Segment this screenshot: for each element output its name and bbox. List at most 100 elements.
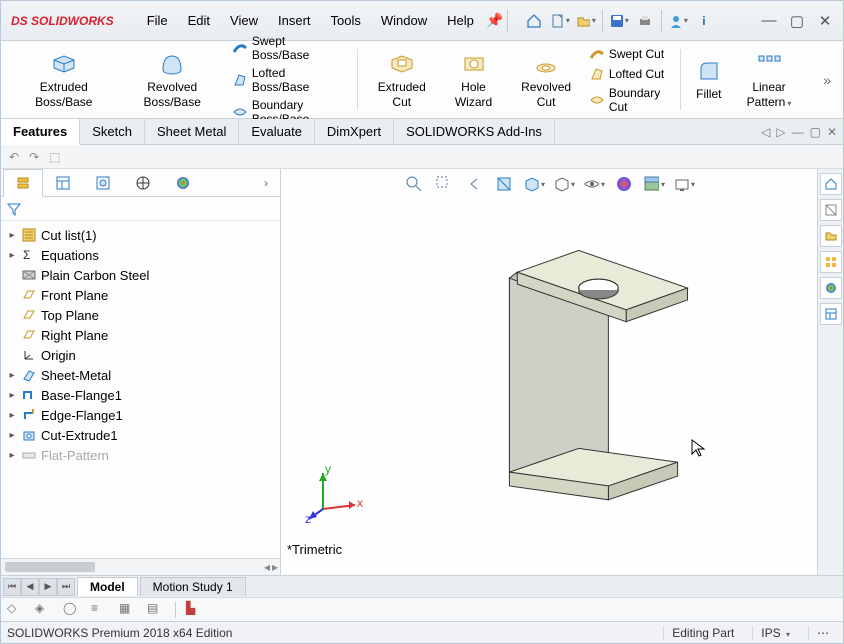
dimxpert-manager-tab[interactable] [123, 169, 163, 197]
next-tab-icon[interactable]: ▷ [776, 125, 785, 139]
last-tab-icon[interactable]: ⏭ [57, 578, 75, 596]
minimize-button[interactable]: — [757, 11, 781, 31]
menu-help[interactable]: Help [438, 9, 483, 32]
sketch-ico-3[interactable]: ◯ [63, 601, 81, 619]
sketch-ico-6[interactable]: ▤ [147, 601, 165, 619]
close-doc-icon[interactable]: ✕ [827, 125, 837, 139]
expander-icon[interactable]: ▸ [7, 250, 17, 261]
select-icon[interactable]: ⬚ [49, 150, 60, 164]
save-icon[interactable]: ▾ [609, 11, 629, 31]
close-button[interactable]: ✕ [813, 11, 837, 31]
cm-tab-sheet-metal[interactable]: Sheet Metal [145, 119, 239, 144]
revolved-boss-button[interactable]: Revolved Boss/Base [121, 48, 224, 111]
menu-insert[interactable]: Insert [269, 9, 320, 32]
status-units[interactable]: IPS ▾ [752, 626, 798, 640]
sketch-ico-2[interactable]: ◈ [35, 601, 53, 619]
zoom-fit-icon[interactable] [403, 173, 425, 195]
new-doc-icon[interactable]: ▾ [550, 11, 570, 31]
edit-appearance-icon[interactable] [613, 173, 635, 195]
minimize-doc-icon[interactable]: — [792, 125, 804, 139]
tab-motion-study-1[interactable]: Motion Study 1 [140, 577, 246, 596]
maximize-button[interactable]: ▢ [785, 11, 809, 31]
scrollbar-thumb[interactable] [5, 562, 95, 572]
ribbon-overflow-button[interactable]: » [815, 43, 839, 116]
expander-icon[interactable]: ▸ [7, 390, 17, 401]
model-viewport[interactable]: x y z *Trimetric [281, 199, 817, 575]
section-view-icon[interactable] [493, 173, 515, 195]
expander-icon[interactable]: ▸ [7, 230, 17, 241]
sketch-ico-4[interactable]: ≡ [91, 601, 109, 619]
expander-icon[interactable]: ▸ [7, 430, 17, 441]
sketch-ico-7[interactable]: ▙ [186, 601, 204, 619]
menu-window[interactable]: Window [372, 9, 436, 32]
apply-scene-icon[interactable]: ▾ [643, 173, 665, 195]
extruded-cut-button[interactable]: Extruded Cut [368, 48, 436, 111]
view-settings-icon[interactable]: ▾ [673, 173, 695, 195]
display-manager-tab[interactable] [163, 169, 203, 197]
user-icon[interactable]: ▾ [668, 11, 688, 31]
hole-wizard-button[interactable]: Hole Wizard [442, 48, 506, 111]
previous-view-icon[interactable] [463, 173, 485, 195]
tree-item[interactable]: Top Plane [5, 305, 278, 325]
feature-manager-tab[interactable] [3, 169, 43, 197]
swept-boss-button[interactable]: Swept Boss/Base [230, 33, 347, 63]
tree-item[interactable]: ▸Edge-Flange1 [5, 405, 278, 425]
boundary-cut-button[interactable]: Boundary Cut [587, 85, 670, 115]
hide-show-icon[interactable]: ▾ [583, 173, 605, 195]
tree-item[interactable]: ▸Base-Flange1 [5, 385, 278, 405]
graphics-area[interactable]: ▾ ▾ ▾ ▾ ▾ [281, 169, 817, 575]
tree-hscrollbar[interactable]: ◂▸ [1, 558, 280, 575]
menu-edit[interactable]: Edit [179, 9, 219, 32]
print-icon[interactable] [635, 11, 655, 31]
taskpane-view-palette-icon[interactable] [820, 251, 842, 273]
feature-tree[interactable]: ▸Cut list(1)▸ΣEquationsPlain Carbon Stee… [1, 221, 280, 558]
pin-icon[interactable]: 📌 [485, 11, 505, 31]
orientation-triad[interactable]: x y z [305, 465, 365, 525]
menu-file[interactable]: File [138, 9, 177, 32]
cm-tab-sketch[interactable]: Sketch [80, 119, 145, 144]
taskpane-design-library-icon[interactable] [820, 199, 842, 221]
expander-icon[interactable]: ▸ [7, 450, 17, 461]
zoom-area-icon[interactable] [433, 173, 455, 195]
tree-item[interactable]: ▸ΣEquations [5, 245, 278, 265]
taskpane-home-icon[interactable] [820, 173, 842, 195]
taskpane-custom-properties-icon[interactable] [820, 303, 842, 325]
display-style-icon[interactable]: ▾ [553, 173, 575, 195]
tab-model[interactable]: Model [77, 577, 138, 596]
menu-tools[interactable]: Tools [322, 9, 370, 32]
tree-item[interactable]: ▸Cut list(1) [5, 225, 278, 245]
home-icon[interactable] [524, 11, 544, 31]
swept-cut-button[interactable]: Swept Cut [587, 45, 670, 63]
prev-tab-icon[interactable]: ◁ [761, 125, 770, 139]
tree-item[interactable]: ▸Flat-Pattern [5, 445, 278, 465]
expand-panel-button[interactable]: › [254, 176, 278, 190]
configuration-manager-tab[interactable] [83, 169, 123, 197]
expander-icon[interactable]: ▸ [7, 410, 17, 421]
help-icon[interactable]: i [694, 11, 714, 31]
cm-tab-evaluate[interactable]: Evaluate [239, 119, 315, 144]
expander-icon[interactable]: ▸ [7, 370, 17, 381]
menu-view[interactable]: View [221, 9, 267, 32]
linear-pattern-button[interactable]: Linear Pattern▾ [733, 48, 805, 111]
tree-item[interactable]: Plain Carbon Steel [5, 265, 278, 285]
revolved-cut-button[interactable]: Revolved Cut [511, 48, 580, 111]
extruded-boss-button[interactable]: Extruded Boss/Base [13, 48, 115, 111]
cm-tab-addins[interactable]: SOLIDWORKS Add-Ins [394, 119, 555, 144]
next-tab-icon[interactable]: ▶ [39, 578, 57, 596]
cm-tab-features[interactable]: Features [1, 119, 80, 145]
property-manager-tab[interactable] [43, 169, 83, 197]
lofted-boss-button[interactable]: Lofted Boss/Base [230, 65, 347, 95]
tree-item[interactable]: Front Plane [5, 285, 278, 305]
taskpane-appearances-icon[interactable] [820, 277, 842, 299]
first-tab-icon[interactable]: ⏮ [3, 578, 21, 596]
tree-filter[interactable] [1, 197, 280, 221]
sketch-ico-1[interactable]: ◇ [7, 601, 25, 619]
tree-item[interactable]: Origin [5, 345, 278, 365]
prev-tab-icon[interactable]: ◀ [21, 578, 39, 596]
redo-icon[interactable]: ↷ [29, 150, 39, 164]
taskpane-file-explorer-icon[interactable] [820, 225, 842, 247]
status-extra[interactable]: ⋯ [808, 626, 837, 640]
tree-item[interactable]: ▸Cut-Extrude1 [5, 425, 278, 445]
tree-item[interactable]: Right Plane [5, 325, 278, 345]
sketch-ico-5[interactable]: ▦ [119, 601, 137, 619]
